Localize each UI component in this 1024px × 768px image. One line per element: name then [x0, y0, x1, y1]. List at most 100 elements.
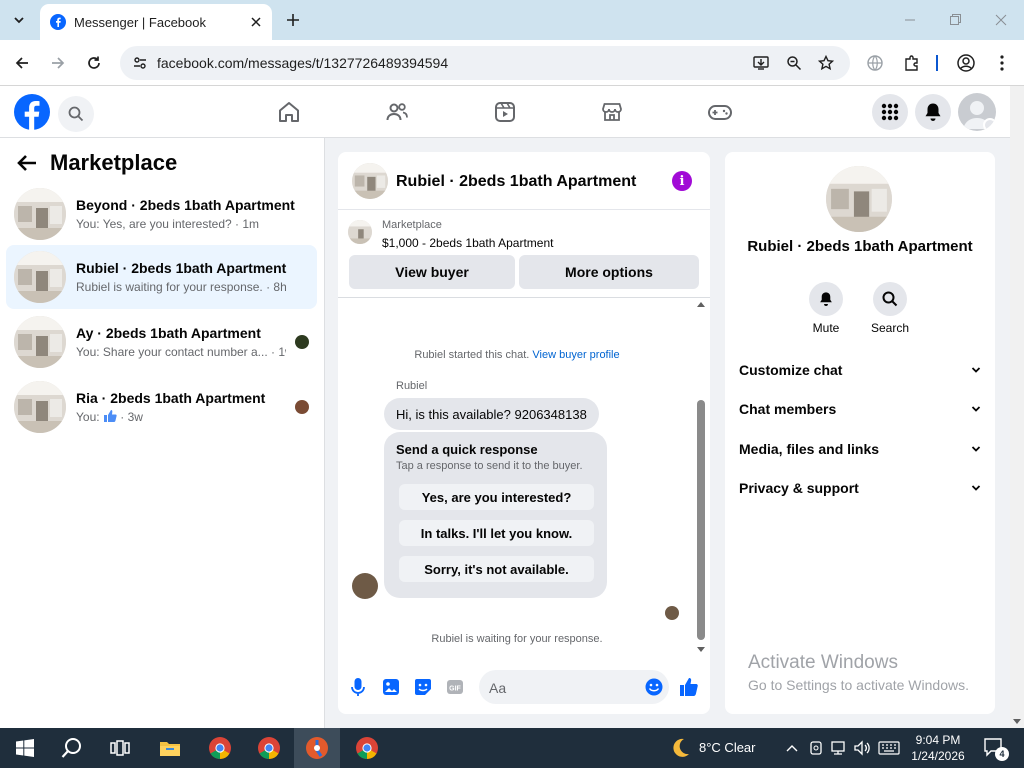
customize-chat-section[interactable]: Customize chat — [739, 362, 981, 378]
listing-thumbnail[interactable] — [352, 163, 388, 199]
section-label: Customize chat — [739, 362, 843, 378]
close-tab-icon[interactable] — [246, 12, 266, 32]
nav-marketplace-icon[interactable] — [597, 98, 627, 126]
back-arrow-icon[interactable] — [16, 154, 38, 172]
read-receipt-avatar — [295, 400, 309, 414]
weather-moon-icon[interactable] — [665, 734, 695, 762]
address-bar[interactable]: facebook.com/messages/t/1327726489394594 — [120, 46, 850, 80]
view-buyer-button[interactable]: View buyer — [349, 255, 515, 289]
gif-icon[interactable]: GIF — [444, 676, 466, 698]
taskbar-search-icon[interactable] — [57, 734, 87, 762]
nav-gaming-icon[interactable] — [705, 98, 735, 126]
listing-price[interactable]: $1,000 - 2beds 1bath Apartment — [382, 236, 553, 250]
account-avatar[interactable] — [958, 93, 996, 131]
chat-title[interactable]: Rubiel · 2beds 1bath Apartment — [396, 173, 636, 191]
mute-action[interactable]: Mute — [796, 282, 856, 335]
notification-center-icon[interactable]: 4 — [980, 734, 1010, 762]
reload-button[interactable] — [82, 51, 106, 75]
view-buyer-profile-link[interactable]: View buyer profile — [532, 349, 619, 361]
menu-button[interactable] — [872, 94, 908, 130]
nav-video-icon[interactable] — [490, 98, 520, 126]
url-text[interactable]: facebook.com/messages/t/1327726489394594 — [157, 55, 448, 71]
conversation-name: Rubiel · 2beds 1bath Apartment — [76, 260, 287, 276]
preview-suffix: · 3w — [120, 410, 143, 424]
browser-tabstrip: Messenger | Facebook — [0, 0, 1024, 40]
emoji-icon[interactable] — [645, 678, 663, 696]
windows-taskbar: 8°C Clear 9:04 PM 1/24/2026 4 — [0, 728, 1024, 768]
conversation-info-icon[interactable]: i — [672, 171, 692, 191]
nav-home-icon[interactable] — [274, 98, 304, 126]
notifications-button[interactable] — [915, 94, 951, 130]
facebook-search-button[interactable] — [58, 96, 94, 132]
search-action[interactable]: Search — [860, 282, 920, 335]
conversation-item-active[interactable]: Rubiel · 2beds 1bath Apartment Rubiel is… — [6, 245, 317, 309]
page-scrollbar[interactable] — [1010, 86, 1024, 728]
microphone-icon[interactable] — [347, 676, 369, 698]
conversation-item[interactable]: Ria · 2beds 1bath Apartment You: · 3w — [6, 375, 317, 439]
chrome-app-icon[interactable] — [205, 734, 235, 762]
message-input[interactable]: Aa — [479, 670, 669, 704]
facebook-logo-icon[interactable] — [14, 94, 50, 130]
listing-banner: Marketplace $1,000 - 2beds 1bath Apartme… — [338, 210, 710, 298]
translate-icon[interactable] — [863, 51, 887, 75]
windows-start-icon[interactable] — [10, 734, 40, 762]
sticker-icon[interactable] — [412, 676, 434, 698]
quick-reply-button[interactable]: Sorry, it's not available. — [399, 556, 594, 582]
chat-started-text: Rubiel started this chat. — [414, 349, 530, 361]
marketplace-conversations-panel: Marketplace Beyond · 2beds 1bath Apartme… — [0, 138, 325, 728]
image-icon[interactable] — [380, 676, 402, 698]
tab-search-button[interactable] — [6, 8, 32, 32]
page-title: Marketplace — [50, 150, 178, 175]
file-explorer-icon[interactable] — [155, 734, 185, 762]
browser-menu-icon[interactable] — [990, 51, 1014, 75]
preview-prefix: You: — [76, 410, 100, 424]
minimize-button[interactable] — [898, 8, 922, 32]
privacy-support-section[interactable]: Privacy & support — [739, 480, 981, 496]
nav-friends-icon[interactable] — [382, 98, 412, 126]
conversation-item[interactable]: Ay · 2beds 1bath Apartment You: Share yo… — [6, 310, 317, 374]
forward-button[interactable] — [46, 51, 70, 75]
close-icon — [995, 14, 1007, 26]
weather-text[interactable]: 8°C Clear — [699, 740, 756, 755]
site-settings-icon[interactable] — [128, 51, 152, 75]
chrome-profile-app-icon[interactable] — [254, 734, 284, 762]
chat-members-section[interactable]: Chat members — [739, 401, 981, 417]
media-files-links-section[interactable]: Media, files and links — [739, 441, 981, 457]
quick-reply-button[interactable]: In talks. I'll let you know. — [399, 520, 594, 546]
new-tab-button[interactable] — [282, 9, 304, 31]
chrome-app-icon-2[interactable] — [352, 734, 382, 762]
bell-icon — [820, 292, 832, 306]
notification-count-badge: 4 — [995, 747, 1009, 761]
section-label: Privacy & support — [739, 480, 859, 496]
listing-photo[interactable] — [826, 166, 892, 232]
quick-response-card: Send a quick response Tap a response to … — [384, 432, 607, 598]
chat-window: Rubiel · 2beds 1bath Apartment i Marketp… — [338, 152, 710, 714]
listing-source: Marketplace — [382, 219, 442, 231]
conversation-name: Beyond · 2beds 1bath Apartment — [76, 197, 295, 213]
close-window-button[interactable] — [989, 8, 1013, 32]
message-sender: Rubiel — [396, 380, 428, 392]
quick-reply-button[interactable]: Yes, are you interested? — [399, 484, 594, 510]
incoming-message-bubble[interactable]: Hi, is this available? 9206348138 — [384, 398, 599, 430]
bookmark-star-icon[interactable] — [814, 51, 838, 75]
conversation-item[interactable]: Beyond · 2beds 1bath Apartment You: Yes,… — [6, 182, 317, 246]
more-options-button[interactable]: More options — [519, 255, 699, 289]
active-browser-app-icon[interactable] — [302, 734, 332, 762]
browser-tab[interactable]: Messenger | Facebook — [40, 4, 272, 40]
back-button[interactable] — [10, 51, 34, 75]
profile-icon[interactable] — [954, 51, 978, 75]
task-view-icon[interactable] — [105, 734, 135, 762]
install-app-icon[interactable] — [750, 51, 774, 75]
sender-avatar[interactable] — [352, 573, 378, 599]
chat-scrollbar[interactable] — [696, 302, 706, 652]
reload-icon — [88, 56, 100, 69]
watermark-subtitle: Go to Settings to activate Windows. — [748, 677, 969, 693]
conversation-preview: You: · 3w — [76, 410, 286, 424]
like-thumbs-up-icon[interactable] — [678, 676, 700, 698]
zoom-icon[interactable] — [782, 51, 806, 75]
extensions-icon[interactable] — [900, 51, 924, 75]
chevron-down-icon — [971, 485, 981, 491]
system-clock[interactable]: 9:04 PM 1/24/2026 — [898, 732, 978, 764]
chevron-down-icon — [971, 446, 981, 452]
restore-button[interactable] — [943, 8, 967, 32]
